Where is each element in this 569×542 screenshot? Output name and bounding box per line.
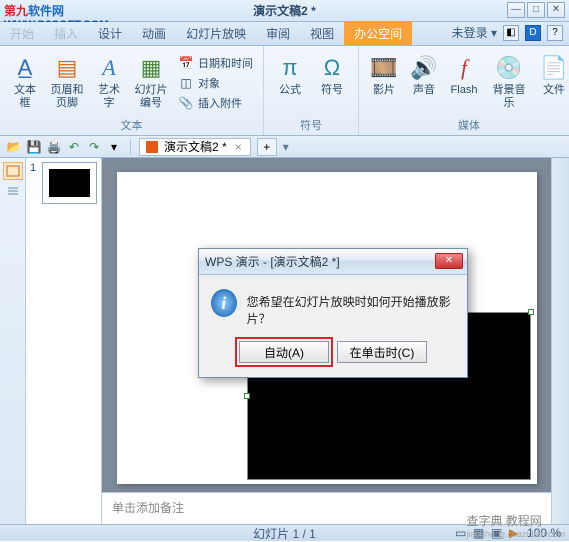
flash-button[interactable]: fFlash — [445, 50, 483, 115]
playback-dialog: WPS 演示 - [演示文稿2 *] ✕ i 您希望在幻灯片放映时如何开始播放影… — [198, 248, 468, 378]
sound-button[interactable]: 🔊声音 — [405, 50, 443, 115]
slide-thumbnail[interactable]: 1 — [30, 162, 97, 204]
dialog-message: 您希望在幻灯片放映时如何开始播放影片？ — [247, 289, 455, 327]
header-footer-button[interactable]: ▤页眉和页脚 — [46, 50, 88, 115]
d-icon[interactable]: D — [525, 25, 541, 41]
object-button[interactable]: ◫对象 — [174, 74, 257, 92]
close-tab-icon[interactable]: × — [233, 140, 244, 154]
tab-animation[interactable]: 动画 — [132, 21, 176, 45]
qat-more-icon[interactable]: ▾ — [106, 139, 122, 155]
group-media-label: 媒体 — [365, 115, 569, 133]
tab-design[interactable]: 设计 — [88, 21, 132, 45]
help-icon[interactable]: ? — [547, 25, 563, 41]
minimize-button[interactable]: — — [507, 2, 525, 18]
document-tab-label: 演示文稿2 * — [164, 138, 227, 155]
tab-more-icon[interactable]: ▾ — [283, 140, 289, 154]
resize-handle[interactable] — [244, 393, 250, 399]
tab-review[interactable]: 审阅 — [256, 21, 300, 45]
login-status[interactable]: 未登录 ▾ — [452, 24, 497, 41]
document-tab[interactable]: 演示文稿2 * × — [139, 138, 251, 156]
skin-icon[interactable]: ◧ — [503, 25, 519, 41]
dialog-titlebar[interactable]: WPS 演示 - [演示文稿2 *] ✕ — [199, 249, 467, 275]
ribbon: A̲文本框 ▤页眉和页脚 A艺术字 ▦幻灯片编号 📅日期和时间 ◫对象 📎插入附… — [0, 46, 569, 136]
group-text-label: 文本 — [6, 115, 257, 133]
tab-slideshow[interactable]: 幻灯片放映 — [176, 21, 256, 45]
bgmusic-button[interactable]: 💿背景音乐 — [485, 50, 533, 115]
slide-number-button[interactable]: ▦幻灯片编号 — [130, 50, 172, 115]
window-title: 演示文稿2 * — [253, 2, 316, 19]
vertical-scrollbar[interactable] — [551, 158, 569, 524]
view-switcher — [0, 158, 26, 524]
slide-preview — [42, 162, 97, 204]
textbox-button[interactable]: A̲文本框 — [6, 50, 44, 115]
slide-counter: 幻灯片 1 / 1 — [253, 525, 316, 542]
ribbon-tabs: 开始 插入 设计 动画 幻灯片放映 审阅 视图 办公空间 未登录 ▾ ◧ D ? — [0, 22, 569, 46]
close-button[interactable]: ✕ — [547, 2, 565, 18]
info-icon: i — [211, 289, 237, 317]
separator — [130, 139, 131, 155]
presentation-icon — [146, 141, 158, 153]
save-icon[interactable]: 💾 — [26, 139, 42, 155]
maximize-button[interactable]: □ — [527, 2, 545, 18]
thumbnail-view-button[interactable] — [3, 162, 23, 180]
outline-view-button[interactable] — [3, 182, 23, 200]
undo-icon[interactable]: ↶ — [66, 139, 82, 155]
auto-button[interactable]: 自动(A) — [239, 341, 329, 363]
redo-icon[interactable]: ↷ — [86, 139, 102, 155]
datetime-button[interactable]: 📅日期和时间 — [174, 54, 257, 72]
file-button[interactable]: 📄文件 — [535, 50, 569, 115]
add-tab-button[interactable]: + — [257, 138, 277, 156]
quick-access-toolbar: 📂 💾 🖨️ ↶ ↷ ▾ 演示文稿2 * × + ▾ — [0, 136, 569, 158]
symbol-button[interactable]: Ω符号 — [312, 50, 352, 115]
tab-home[interactable]: 开始 — [0, 21, 44, 45]
dialog-close-button[interactable]: ✕ — [435, 253, 463, 269]
dialog-title: WPS 演示 - [演示文稿2 *] — [205, 253, 340, 270]
tab-view[interactable]: 视图 — [300, 21, 344, 45]
formula-button[interactable]: π公式 — [270, 50, 310, 115]
on-click-button[interactable]: 在单击时(C) — [337, 341, 427, 363]
tab-office-space[interactable]: 办公空间 — [344, 21, 412, 45]
open-icon[interactable]: 📂 — [6, 139, 22, 155]
slide-number: 1 — [30, 162, 38, 204]
tab-insert[interactable]: 插入 — [44, 21, 88, 45]
print-icon[interactable]: 🖨️ — [46, 139, 62, 155]
attachment-button[interactable]: 📎插入附件 — [174, 94, 257, 112]
watermark: 查字典 教程网 jiaocheng.chazidian.com — [466, 512, 565, 539]
wordart-button[interactable]: A艺术字 — [90, 50, 128, 115]
titlebar: 第九软件网 WWW.D9SOFT.COM 演示文稿2 * — □ ✕ — [0, 0, 569, 22]
movie-button[interactable]: 🎞️影片 — [365, 50, 403, 115]
group-symbol-label: 符号 — [270, 115, 352, 133]
resize-handle[interactable] — [528, 309, 534, 315]
thumbnail-panel: 1 — [26, 158, 102, 524]
